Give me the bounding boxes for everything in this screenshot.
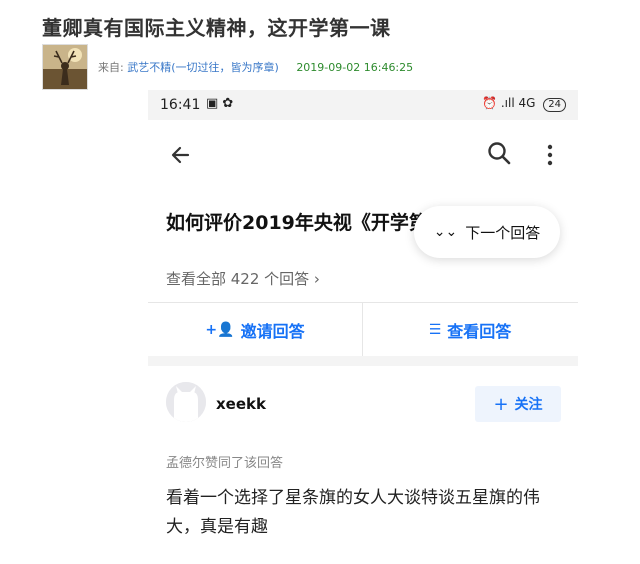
- phone-screenshot: 16:41 ▣ ✿ ⏰ .ıll 4G 24 如何评价2019年央视《开学第一课…: [148, 90, 578, 564]
- answerer-name[interactable]: xeekk: [216, 395, 266, 413]
- question-title[interactable]: 如何评价2019年央视《开学第一课》？: [166, 208, 434, 235]
- action-row: +👤 邀请回答 ☰ 查看回答: [148, 302, 578, 357]
- next-answer-label: 下一个回答: [465, 223, 541, 242]
- invite-answer-label: 邀请回答: [240, 322, 305, 341]
- default-avatar-icon: [166, 382, 206, 422]
- view-answer-label: 查看回答: [447, 322, 512, 341]
- plus-icon: +: [493, 393, 509, 415]
- answer-text[interactable]: 看着一个选择了星条旗的女人大谈特谈五星旗的伟大，真是有趣: [166, 484, 561, 542]
- search-icon[interactable]: [486, 140, 512, 166]
- answerer-avatar[interactable]: [166, 382, 206, 422]
- next-answer-button[interactable]: ⌄⌄ 下一个回答: [414, 206, 560, 258]
- author-link[interactable]: 武艺不精(一切过往，皆为序章): [127, 61, 279, 74]
- double-chevron-down-icon: ⌄⌄: [433, 224, 458, 240]
- from-label: 来自:: [98, 61, 124, 74]
- upvote-note: 孟德尔赞同了该回答: [166, 456, 284, 471]
- follow-label: 关注: [514, 397, 543, 413]
- battery-icon: 24: [543, 98, 566, 112]
- section-divider: [148, 356, 578, 366]
- status-bar: 16:41 ▣ ✿ ⏰ .ıll 4G 24: [148, 90, 578, 120]
- view-answer-button[interactable]: ☰ 查看回答: [363, 303, 577, 357]
- post-timestamp: 2019-09-02 16:46:25: [296, 61, 414, 74]
- add-person-icon: +👤: [205, 322, 235, 338]
- status-indicators: ⏰ .ıll 4G 24: [482, 96, 566, 112]
- status-time: 16:41: [160, 97, 201, 113]
- deer-avatar-image: [43, 45, 87, 89]
- author-avatar[interactable]: [42, 44, 88, 90]
- invite-answer-button[interactable]: +👤 邀请回答: [148, 303, 363, 357]
- follow-button[interactable]: + 关注: [475, 386, 561, 422]
- post-title: 董卿真有国际主义精神，这开学第一课: [42, 16, 391, 40]
- more-options-icon[interactable]: [545, 142, 555, 168]
- back-arrow-icon[interactable]: [168, 142, 194, 168]
- notification-icons: ▣ ✿: [206, 96, 234, 111]
- post-meta: 来自: 武艺不精(一切过往，皆为序章) 2019-09-02 16:46:25: [98, 59, 413, 75]
- list-edit-icon: ☰: [428, 322, 442, 338]
- view-all-answers-link[interactable]: 查看全部 422 个回答 ›: [166, 268, 320, 289]
- signal-network-icon: ⏰ .ıll 4G: [482, 96, 536, 110]
